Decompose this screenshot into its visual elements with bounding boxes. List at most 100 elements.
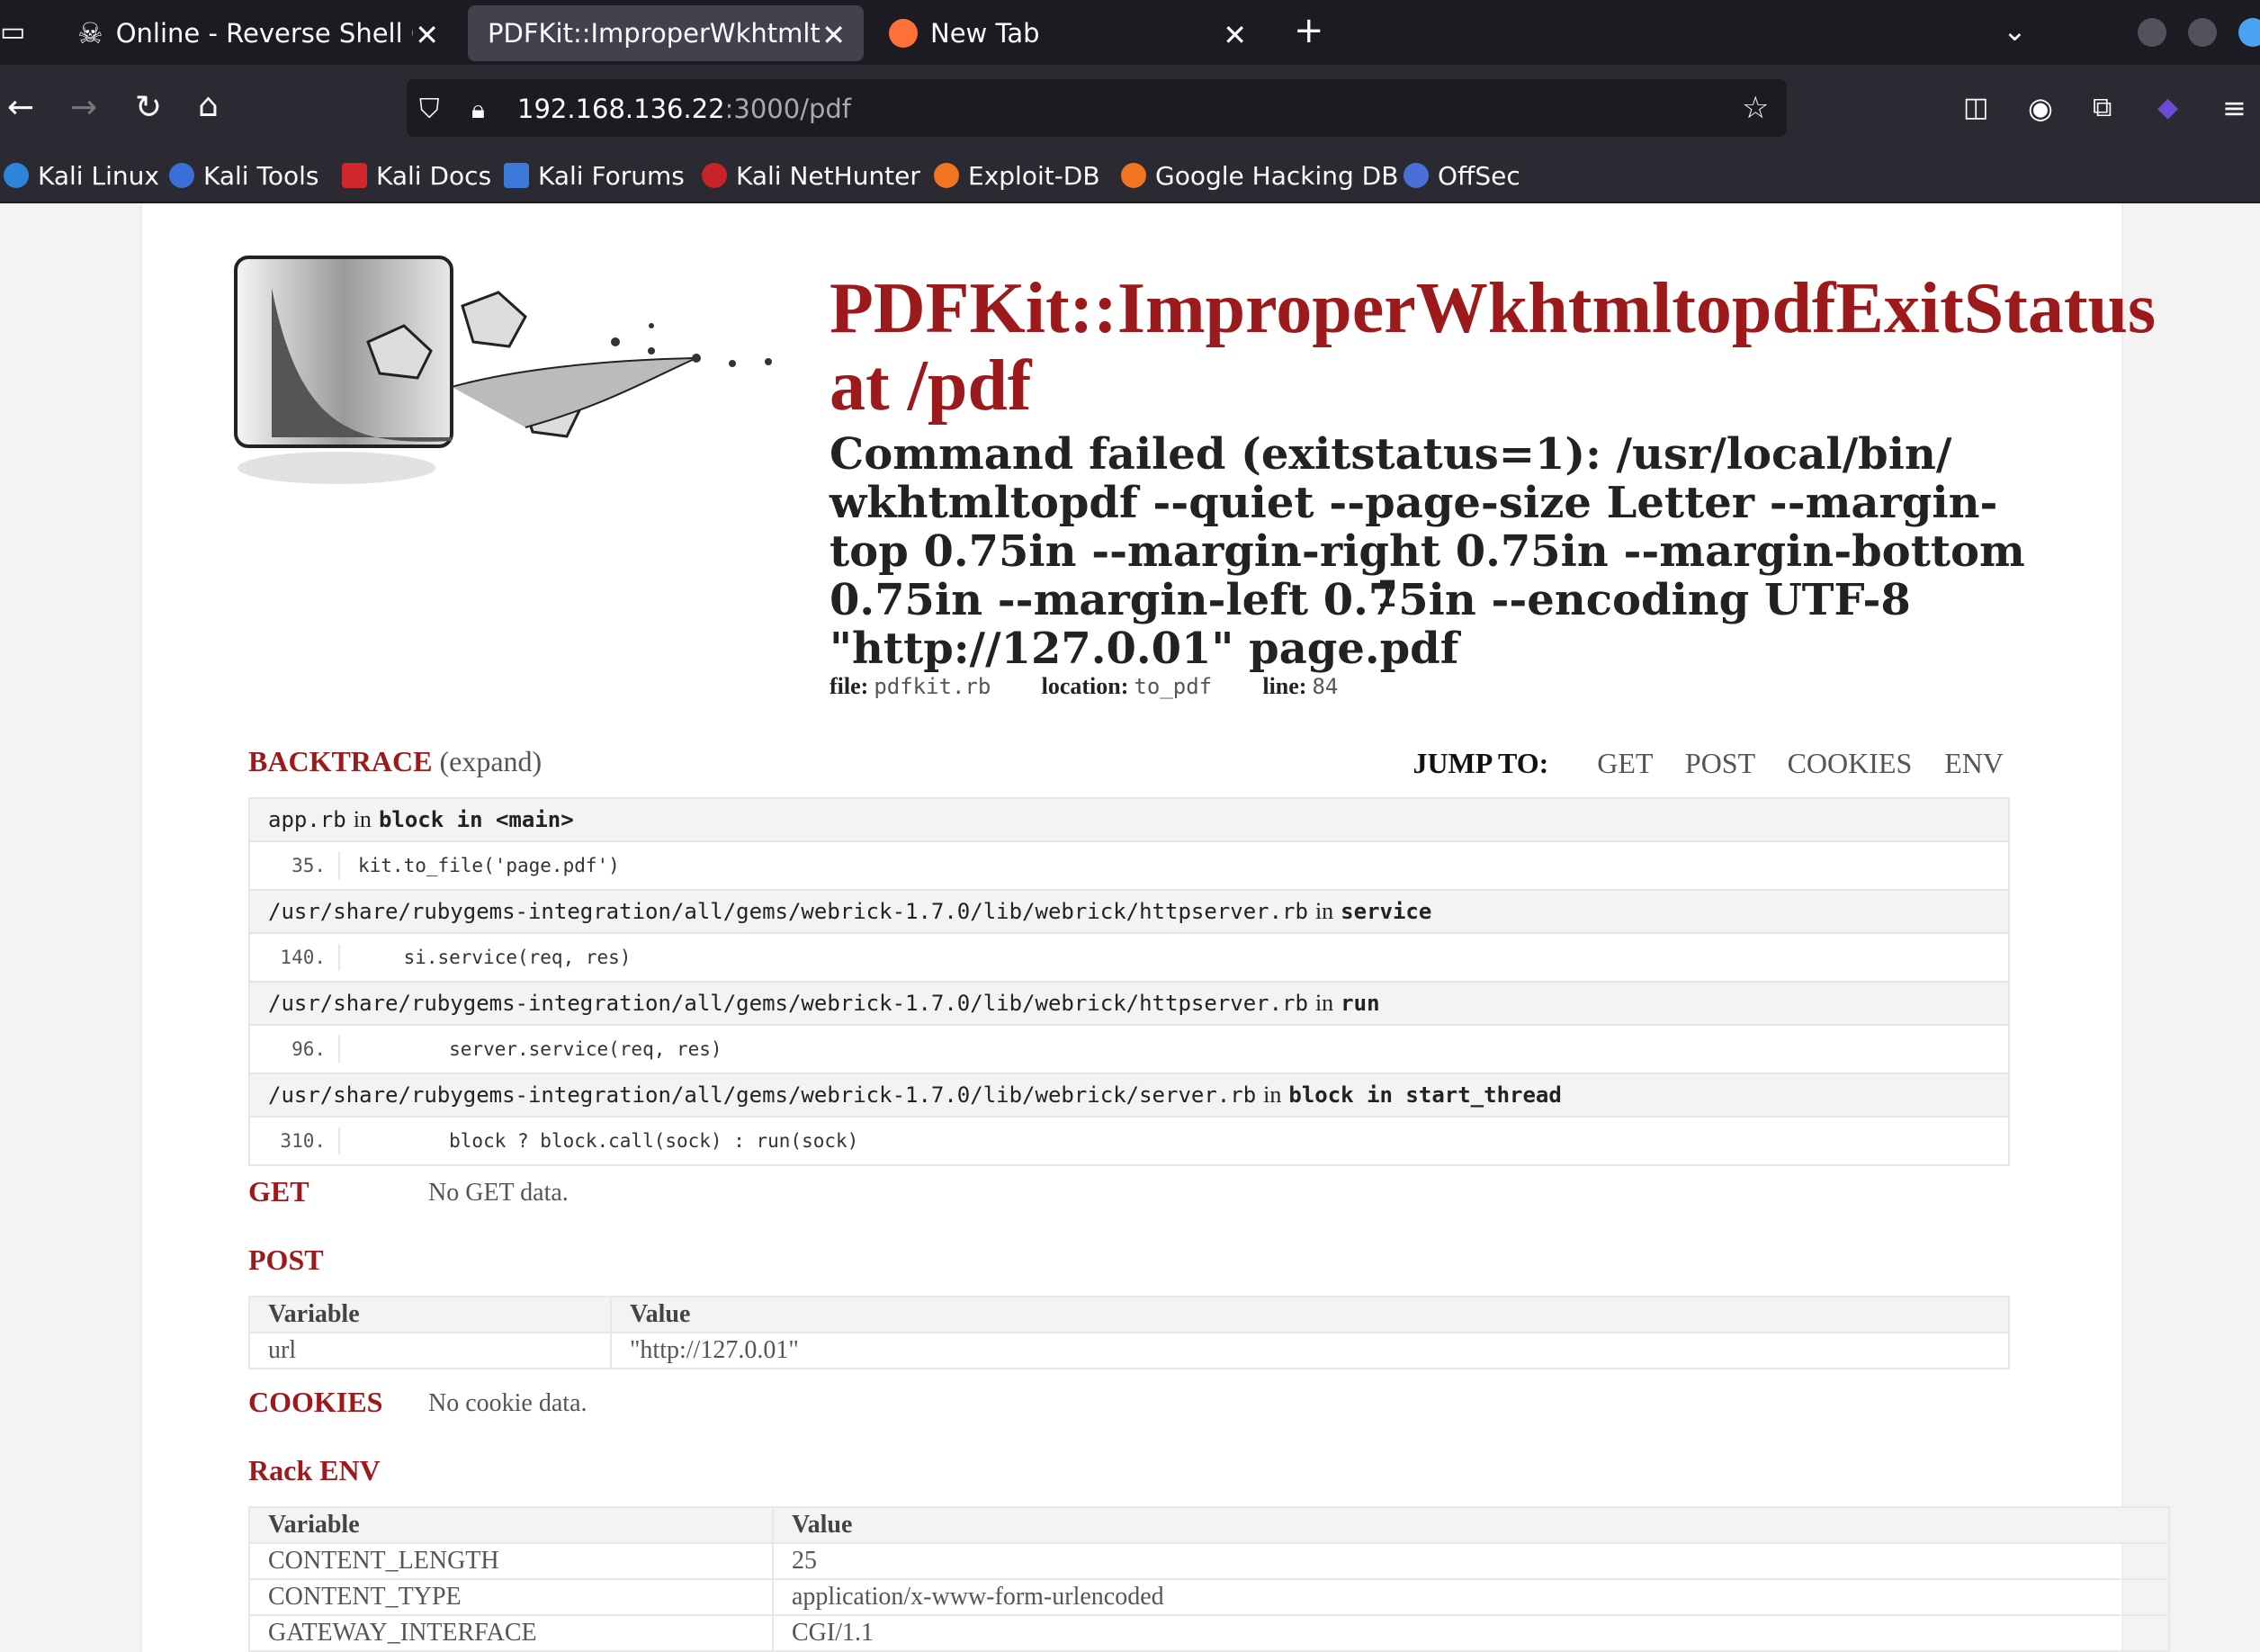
- close-icon[interactable]: ✕: [415, 18, 439, 52]
- cookies-heading: COOKIES: [248, 1386, 383, 1418]
- page-margin-left: [0, 203, 140, 1652]
- new-tab-icon[interactable]: +: [1294, 13, 1324, 49]
- frame-file: /usr/share/rubygems-integration/all/gems…: [268, 899, 1308, 924]
- backtrace-code-line: 96. server.service(req, res): [250, 1026, 2008, 1074]
- extensions-icon[interactable]: ⧉: [2093, 92, 2112, 124]
- back-icon[interactable]: ←: [7, 92, 34, 124]
- frame-method: block in start_thread: [1288, 1082, 1562, 1108]
- bookmark-offsec[interactable]: OffSec: [1404, 157, 1520, 194]
- maximize-icon[interactable]: [2188, 18, 2217, 47]
- tab-label: Online - Reverse Shell Ge: [115, 18, 413, 49]
- tab-list-icon[interactable]: ▭: [0, 16, 25, 49]
- line-number: 140.: [250, 944, 340, 971]
- menu-icon[interactable]: ≡: [2222, 92, 2247, 124]
- error-title-line1: PDFKit::ImproperWkhtmltopdfExitStatus: [830, 269, 2157, 348]
- variable-cell: CONTENT_TYPE: [248, 1578, 774, 1616]
- bookmark-kali-forums[interactable]: Kali Forums: [504, 157, 685, 194]
- backtrace-frame[interactable]: /usr/share/rubygems-integration/all/gems…: [250, 983, 2008, 1026]
- column-header: Value: [610, 1296, 2010, 1333]
- close-window-icon[interactable]: [2238, 18, 2260, 47]
- jump-env-link[interactable]: ENV: [1944, 747, 2004, 779]
- jump-to-nav: JUMP TO: GET POST COOKIES ENV: [1412, 747, 2004, 780]
- get-heading: GET: [248, 1175, 309, 1208]
- lock-icon[interactable]: 🔒︎: [471, 94, 485, 126]
- url-path: :3000/pdf: [724, 94, 851, 124]
- bookmark-label: Kali Forums: [538, 160, 685, 191]
- minimize-icon[interactable]: [2138, 18, 2166, 47]
- exploit-db-icon: [934, 163, 959, 188]
- close-icon[interactable]: ✕: [1223, 18, 1247, 52]
- env-table: Variable Value CONTENT_LENGTH 25 CONTENT_T…: [248, 1506, 2170, 1652]
- kali-docs-icon: [342, 163, 367, 188]
- error-message: Command failed (exitstatus=1): /usr/loca…: [830, 429, 2025, 674]
- bookmark-kali-nethunter[interactable]: Kali NetHunter: [702, 157, 920, 194]
- bookmark-label: Google Hacking DB: [1155, 160, 1399, 191]
- skull-icon: ☠: [77, 16, 103, 50]
- table-row: CONTENT_LENGTH 25: [248, 1542, 2170, 1580]
- backtrace-frame[interactable]: /usr/share/rubygems-integration/all/gems…: [250, 1074, 2008, 1118]
- backtrace-frame[interactable]: /usr/share/rubygems-integration/all/gems…: [250, 891, 2008, 934]
- bookmark-google-hacking-db[interactable]: Google Hacking DB: [1121, 157, 1398, 194]
- frame-method: run: [1341, 991, 1380, 1016]
- home-icon[interactable]: ⌂: [198, 90, 219, 122]
- frame-in: in: [1314, 990, 1334, 1016]
- expand-link[interactable]: (expand): [439, 745, 542, 777]
- nethunter-icon: [702, 163, 727, 188]
- url-text[interactable]: 192.168.136.22:3000/pdf: [517, 94, 851, 124]
- frame-in: in: [353, 806, 372, 832]
- variable-cell: url: [248, 1332, 612, 1369]
- jump-cookies-link[interactable]: COOKIES: [1788, 747, 1913, 779]
- bookmark-kali-docs[interactable]: Kali Docs: [342, 157, 491, 194]
- tab-pdfkit[interactable]: PDFKit::ImproperWkhtmltop ✕: [468, 5, 864, 61]
- jump-post-link[interactable]: POST: [1685, 747, 1755, 779]
- value-cell: CGI/1.1: [772, 1614, 2170, 1652]
- chevron-down-icon[interactable]: ⌄: [2003, 14, 2027, 47]
- value-cell: application/x-www-form-urlencoded: [772, 1578, 2170, 1616]
- shield-icon[interactable]: ⛉: [419, 94, 440, 126]
- bookmark-label: Exploit-DB: [968, 160, 1100, 191]
- account-icon[interactable]: ◉: [2028, 92, 2053, 124]
- bookmark-kali-linux[interactable]: Kali Linux: [4, 157, 159, 194]
- value-cell: "http://127.0.01": [610, 1332, 2010, 1369]
- tab-label: New Tab: [930, 18, 1040, 49]
- bookmark-exploit-db[interactable]: Exploit-DB: [934, 157, 1100, 194]
- url-host: 192.168.136.22: [517, 94, 725, 124]
- error-file-info: file: pdfkit.rb location: to_pdf line: 84: [830, 673, 1381, 700]
- star-icon[interactable]: ☆: [1742, 92, 1769, 124]
- frame-file: /usr/share/rubygems-integration/all/gems…: [268, 1082, 1257, 1108]
- kali-icon: [4, 163, 29, 188]
- backtrace-title: BACKTRACE: [248, 745, 433, 777]
- location-label: location:: [1041, 673, 1129, 699]
- frame-method: block in <main>: [378, 807, 574, 832]
- post-table: Variable Value url "http://127.0.01": [248, 1296, 2010, 1369]
- bookmark-kali-tools[interactable]: Kali Tools: [169, 157, 318, 194]
- tab-reverse-shell[interactable]: ☠ Online - Reverse Shell Ge ✕: [58, 5, 457, 61]
- backtrace-frame[interactable]: app.rb in block in <main>: [250, 799, 2008, 842]
- line-code: kit.to_file('page.pdf'): [358, 855, 620, 876]
- line-code: si.service(req, res): [358, 947, 632, 968]
- bookmark-label: Kali Linux: [38, 160, 159, 191]
- jump-get-link[interactable]: GET: [1597, 747, 1653, 779]
- extension-icon[interactable]: ◆: [2157, 92, 2178, 124]
- env-heading: Rack ENV: [248, 1454, 381, 1486]
- line-number: 35.: [250, 852, 340, 879]
- column-header: Variable: [248, 1506, 774, 1544]
- line-code: block ? block.call(sock) : run(sock): [358, 1130, 859, 1152]
- tab-new[interactable]: New Tab ✕: [869, 5, 1265, 61]
- frame-file: app.rb: [268, 807, 346, 832]
- kali-tools-icon: [169, 163, 194, 188]
- frame-in: in: [1263, 1082, 1282, 1108]
- frame-file: /usr/share/rubygems-integration/all/gems…: [268, 991, 1308, 1016]
- column-header: Variable: [248, 1296, 612, 1333]
- pocket-icon[interactable]: ◫: [1963, 92, 1988, 124]
- line-number: 96.: [250, 1036, 340, 1063]
- post-heading: POST: [248, 1243, 324, 1276]
- variable-cell: CONTENT_LENGTH: [248, 1542, 774, 1580]
- reload-icon[interactable]: ↻: [135, 92, 162, 124]
- close-icon[interactable]: ✕: [821, 18, 846, 52]
- bookmark-label: Kali Docs: [376, 160, 492, 191]
- backtrace-code-line: 140. si.service(req, res): [250, 934, 2008, 983]
- kali-forums-icon: [504, 163, 529, 188]
- forward-icon[interactable]: →: [70, 92, 97, 124]
- backtrace-heading: BACKTRACE (expand): [248, 745, 542, 778]
